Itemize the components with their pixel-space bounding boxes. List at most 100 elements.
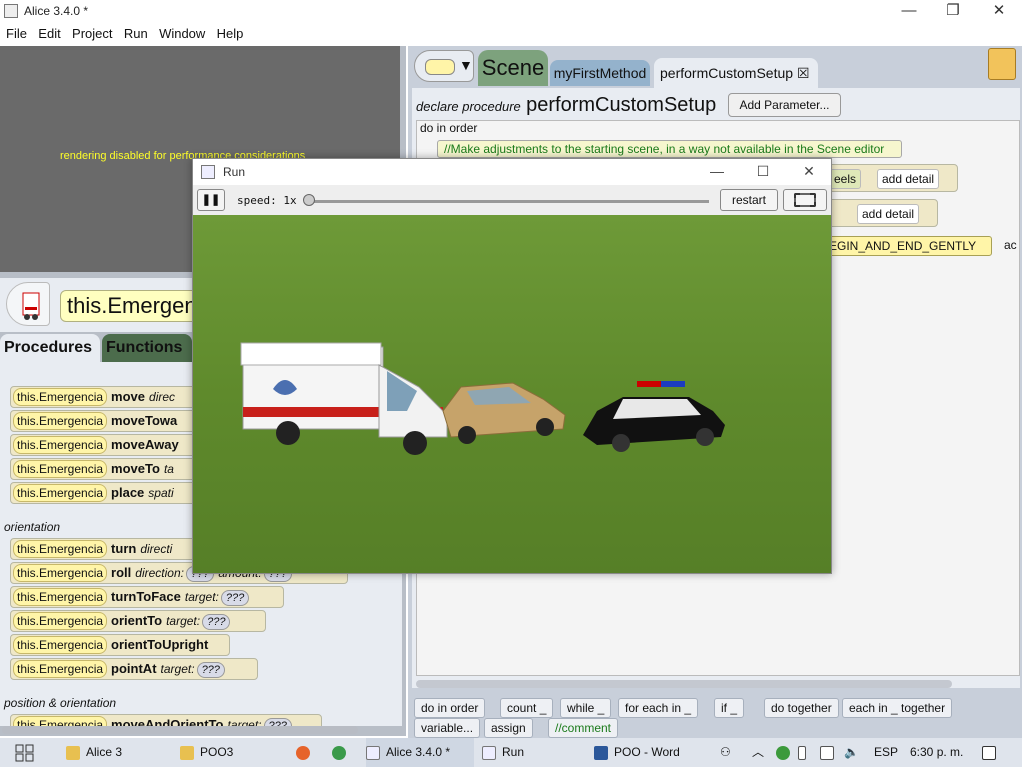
menu-project[interactable]: Project: [72, 24, 112, 44]
tab-functions[interactable]: Functions: [102, 334, 192, 362]
category-orientation: orientation: [4, 520, 61, 534]
method-name: turn: [111, 541, 137, 556]
taskbar-word[interactable]: POO - Word: [594, 738, 680, 767]
taskbar-poo3-folder[interactable]: POO3: [180, 738, 233, 767]
comment-statement[interactable]: //Make adjustments to the starting scene…: [437, 140, 902, 158]
tile-orient-to[interactable]: this.Emergencia orientTo target:???: [10, 610, 266, 632]
object-pill: this.Emergencia: [13, 412, 108, 430]
speed-label: speed: 1x: [237, 194, 297, 207]
method-name: orientToUpright: [111, 637, 209, 652]
close-button[interactable]: ✕: [976, 0, 1022, 24]
taskbar-alice3-folder[interactable]: Alice 3: [66, 738, 122, 767]
tile-list-scrollbar[interactable]: [2, 726, 358, 734]
arg-label: target:: [166, 614, 201, 628]
target-placeholder[interactable]: ???: [202, 614, 231, 630]
add-parameter-button[interactable]: Add Parameter...: [728, 93, 841, 117]
statement-1[interactable]: eels add detail: [820, 164, 958, 192]
windows-taskbar: Alice 3 POO3 Alice 3.4.0 * Run POO - Wor…: [0, 738, 1022, 767]
target-placeholder[interactable]: ???: [196, 662, 225, 678]
ctl-while[interactable]: while _: [560, 698, 612, 718]
menu-run[interactable]: Run: [124, 24, 148, 44]
tile-orient-to-upright[interactable]: this.Emergencia orientToUpright: [10, 634, 230, 656]
tab-procedures[interactable]: Procedures: [0, 334, 100, 362]
run-maximize-button[interactable]: ☐: [741, 159, 785, 185]
ctl-each-in-together[interactable]: each in _ together: [842, 698, 953, 718]
menu-edit[interactable]: Edit: [38, 24, 60, 44]
run-window-title-bar: Run — ☐ ✕: [193, 159, 831, 185]
arg-label: ta: [163, 462, 174, 476]
ctl-do-in-order[interactable]: do in order: [414, 698, 486, 718]
taskbar-run-window[interactable]: Run: [482, 738, 524, 767]
statement-1-tail: eels: [829, 169, 862, 189]
type-selector-button[interactable]: ▼: [414, 50, 474, 82]
notification-icon[interactable]: [982, 738, 1002, 767]
tab-my-first-method[interactable]: myFirstMethod: [550, 60, 650, 86]
add-detail-button[interactable]: add detail: [877, 169, 940, 189]
tab-scene[interactable]: Scene: [478, 50, 548, 86]
statement-2[interactable]: add detail: [820, 199, 938, 227]
arg-label: target:: [227, 718, 262, 726]
run-window-title: Run: [223, 165, 246, 179]
run-close-button[interactable]: ✕: [787, 159, 831, 185]
chrome-icon: [332, 745, 346, 760]
usb-icon[interactable]: [798, 738, 812, 767]
method-name: moveAndOrientTo: [111, 717, 224, 726]
word-icon: [594, 745, 608, 760]
method-name: roll: [111, 565, 132, 580]
taskbar-chrome[interactable]: [332, 738, 352, 767]
clock[interactable]: 6:30 p. m.: [910, 738, 963, 767]
3d-scene-view[interactable]: [193, 215, 831, 573]
add-detail-button[interactable]: add detail: [857, 204, 920, 224]
tile-turn-to-face[interactable]: this.Emergencia turnToFace target:???: [10, 586, 284, 608]
window-title-bar: Alice 3.4.0 * — ❐ ✕: [0, 0, 1022, 24]
type-hexagon-icon: [425, 59, 455, 75]
taskbar-alice-app[interactable]: Alice 3.4.0 *: [366, 738, 474, 767]
volume-icon[interactable]: 🔈: [844, 738, 859, 767]
ambulance-thumbnail-icon[interactable]: [6, 282, 50, 326]
ctl-if[interactable]: if _: [714, 698, 745, 718]
people-icon[interactable]: ⚇: [720, 738, 731, 767]
ctl-for-each-in[interactable]: for each in _: [618, 698, 699, 718]
object-pill: this.Emergencia: [13, 660, 108, 678]
language-indicator[interactable]: ESP: [874, 738, 898, 767]
restart-button[interactable]: restart: [720, 189, 778, 211]
ctl-variable[interactable]: variable...: [414, 718, 481, 738]
fullscreen-button[interactable]: [783, 189, 827, 211]
animation-style-value[interactable]: EGIN_AND_END_GENTLY: [826, 236, 992, 256]
taskbar-firefox[interactable]: [296, 738, 316, 767]
target-placeholder[interactable]: ???: [263, 718, 292, 726]
speed-slider-track[interactable]: [305, 200, 709, 203]
object-pill: this.Emergencia: [13, 716, 108, 726]
start-button[interactable]: [14, 738, 36, 767]
editor-horizontal-scrollbar[interactable]: [416, 680, 952, 688]
control-statements-bar: do in order count _ while _ for each in …: [408, 694, 1022, 742]
ctl-comment[interactable]: //comment: [548, 718, 619, 738]
arg-label: directi: [140, 542, 173, 556]
speed-slider-thumb[interactable]: [303, 194, 315, 206]
tab-perform-custom-setup[interactable]: performCustomSetup ☒: [654, 58, 818, 88]
menu-window[interactable]: Window: [159, 24, 205, 44]
clipboard-icon[interactable]: [988, 48, 1016, 80]
minimize-button[interactable]: —: [886, 0, 932, 24]
object-pill: this.Emergencia: [13, 588, 108, 606]
category-position-orientation: position & orientation: [4, 696, 117, 710]
pause-button[interactable]: ❚❚: [197, 189, 225, 211]
run-toolbar: ❚❚ speed: 1x restart: [193, 185, 831, 215]
tile-point-at[interactable]: this.Emergencia pointAt target:???: [10, 658, 258, 680]
object-pill: this.Emergencia: [13, 612, 108, 630]
run-minimize-button[interactable]: —: [695, 159, 739, 185]
tray-app-icon[interactable]: [776, 738, 796, 767]
close-tab-icon[interactable]: ☒: [797, 65, 810, 81]
maximize-button[interactable]: ❐: [930, 0, 976, 24]
tray-chevron-up-icon[interactable]: ︿: [752, 738, 764, 767]
network-icon[interactable]: [820, 738, 840, 767]
menu-help[interactable]: Help: [217, 24, 244, 44]
target-placeholder[interactable]: ???: [220, 590, 250, 606]
menu-file[interactable]: File: [6, 24, 27, 44]
ctl-do-together[interactable]: do together: [764, 698, 839, 718]
ctl-count[interactable]: count _: [500, 698, 554, 718]
java-app-icon: [366, 745, 380, 760]
ctl-assign[interactable]: assign: [484, 718, 533, 738]
selected-object-name[interactable]: this.Emergencia: [60, 290, 210, 322]
tile-move-and-orient-to[interactable]: this.Emergencia moveAndOrientTo target:???: [10, 714, 322, 726]
